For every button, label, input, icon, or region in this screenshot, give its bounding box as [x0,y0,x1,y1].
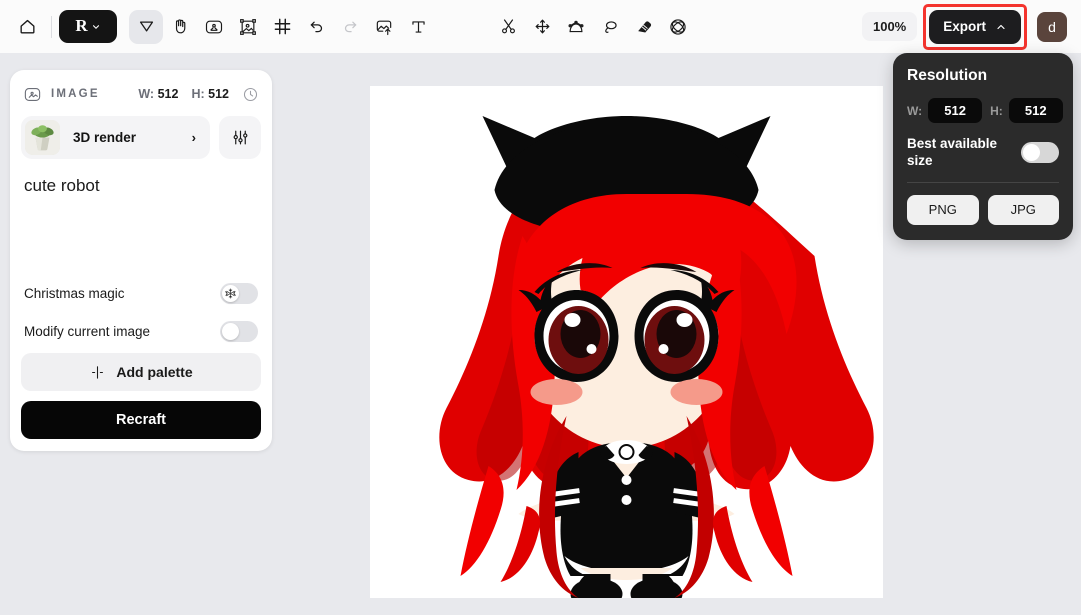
panel-header: IMAGE W: 512 H: 512 [21,83,261,105]
option-christmas-magic: Christmas magic [21,277,261,309]
resolution-width-field: W: [907,98,982,123]
resolution-title: Resolution [907,67,1059,85]
snowflake-icon [225,288,236,299]
style-name: 3D render [73,130,136,145]
panel-section-label: IMAGE [51,88,100,100]
export-jpg-button[interactable]: JPG [988,195,1060,225]
option-modify-current-image: Modify current image [21,315,261,347]
image-width: W: 512 [138,87,178,101]
resolution-height-input[interactable] [1009,98,1063,123]
plus-icon [89,364,106,381]
add-palette-button[interactable]: Add palette [21,353,261,391]
hand-icon [171,17,190,36]
best-available-size-toggle[interactable] [1021,142,1059,163]
chevron-up-icon [995,21,1007,33]
select-tool-button[interactable] [129,10,163,44]
styles-tool-button[interactable] [661,10,695,44]
vectorize-tool-button[interactable] [559,10,593,44]
clock-icon[interactable] [242,86,259,103]
width-key: W: [907,104,922,118]
prompt-input[interactable]: cute robot [21,169,261,277]
export-button[interactable]: Export [929,10,1021,44]
style-row: 3D render › [21,116,261,159]
export-highlight-box: Export [923,4,1027,50]
avatar[interactable]: d [1037,12,1067,42]
frame-tool-button[interactable] [265,10,299,44]
app-root: R [0,0,1081,615]
upload-image-tool-button[interactable] [367,10,401,44]
best-available-size-row: Best available size [907,136,1059,170]
zoom-level[interactable]: 100% [862,12,917,41]
move-tool-button[interactable] [525,10,559,44]
christmas-magic-toggle[interactable] [220,283,258,304]
upload-image-icon [374,17,394,37]
undo-arrow-icon [307,17,326,36]
redo-arrow-icon [341,17,360,36]
toggle-knob [222,323,239,340]
resolution-height-field: H: [990,98,1063,123]
chevron-right-icon: › [192,130,196,145]
recraft-button-label: Recraft [116,412,166,428]
modify-current-image-toggle[interactable] [220,321,258,342]
hand-tool-button[interactable] [163,10,197,44]
home-icon[interactable] [10,10,44,44]
brand-menu-button[interactable]: R [59,10,117,43]
option-label: Modify current image [24,324,150,339]
style-thumbnail [25,120,60,155]
best-available-size-label: Best available size [907,136,1003,170]
frame-crop-icon [273,17,292,36]
image-dimensions: W: 512 H: 512 [138,86,259,103]
toolbar-divider [51,16,52,38]
export-button-label: Export [943,19,986,34]
divider [907,182,1059,183]
style-settings-button[interactable] [219,116,261,159]
transform-image-icon [238,17,258,37]
height-key: H: [990,104,1003,118]
undo-tool-button[interactable] [299,10,333,44]
resolution-fields: W: H: [907,98,1059,123]
resolution-width-input[interactable] [928,98,982,123]
image-height: H: 512 [191,87,229,101]
lasso-icon [601,17,620,36]
vector-nodes-icon [566,17,586,37]
style-selector[interactable]: 3D render › [21,116,210,159]
image-generate-icon [204,17,224,37]
transform-image-tool-button[interactable] [231,10,265,44]
resolution-popover: Resolution W: H: Best available size PNG… [893,53,1073,240]
toggle-knob [1023,144,1040,161]
option-label: Christmas magic [24,286,125,301]
top-toolbar: R [0,0,1081,53]
cut-tool-button[interactable] [491,10,525,44]
toggle-knob [222,285,239,302]
add-palette-label: Add palette [116,364,192,380]
export-format-buttons: PNG JPG [907,195,1059,225]
move-arrows-icon [533,17,552,36]
redo-tool-button[interactable] [333,10,367,44]
eraser-icon [635,17,654,36]
chevron-down-icon [91,22,101,32]
cursor-triangle-icon [137,17,156,36]
recraft-logo-icon: R [75,17,87,34]
text-icon [409,17,428,36]
lasso-tool-button[interactable] [593,10,627,44]
styles-swirl-icon [668,17,688,37]
generate-image-tool-button[interactable] [197,10,231,44]
generated-artwork [370,86,883,598]
artboard[interactable] [370,86,883,598]
recraft-button[interactable]: Recraft [21,401,261,439]
sliders-icon [231,128,250,147]
image-settings-panel: IMAGE W: 512 H: 512 [10,70,272,451]
export-png-button[interactable]: PNG [907,195,979,225]
image-icon [23,85,42,104]
eraser-tool-button[interactable] [627,10,661,44]
scissors-icon [499,17,518,36]
text-tool-button[interactable] [401,10,435,44]
plant-thumbnail-icon [25,120,60,155]
